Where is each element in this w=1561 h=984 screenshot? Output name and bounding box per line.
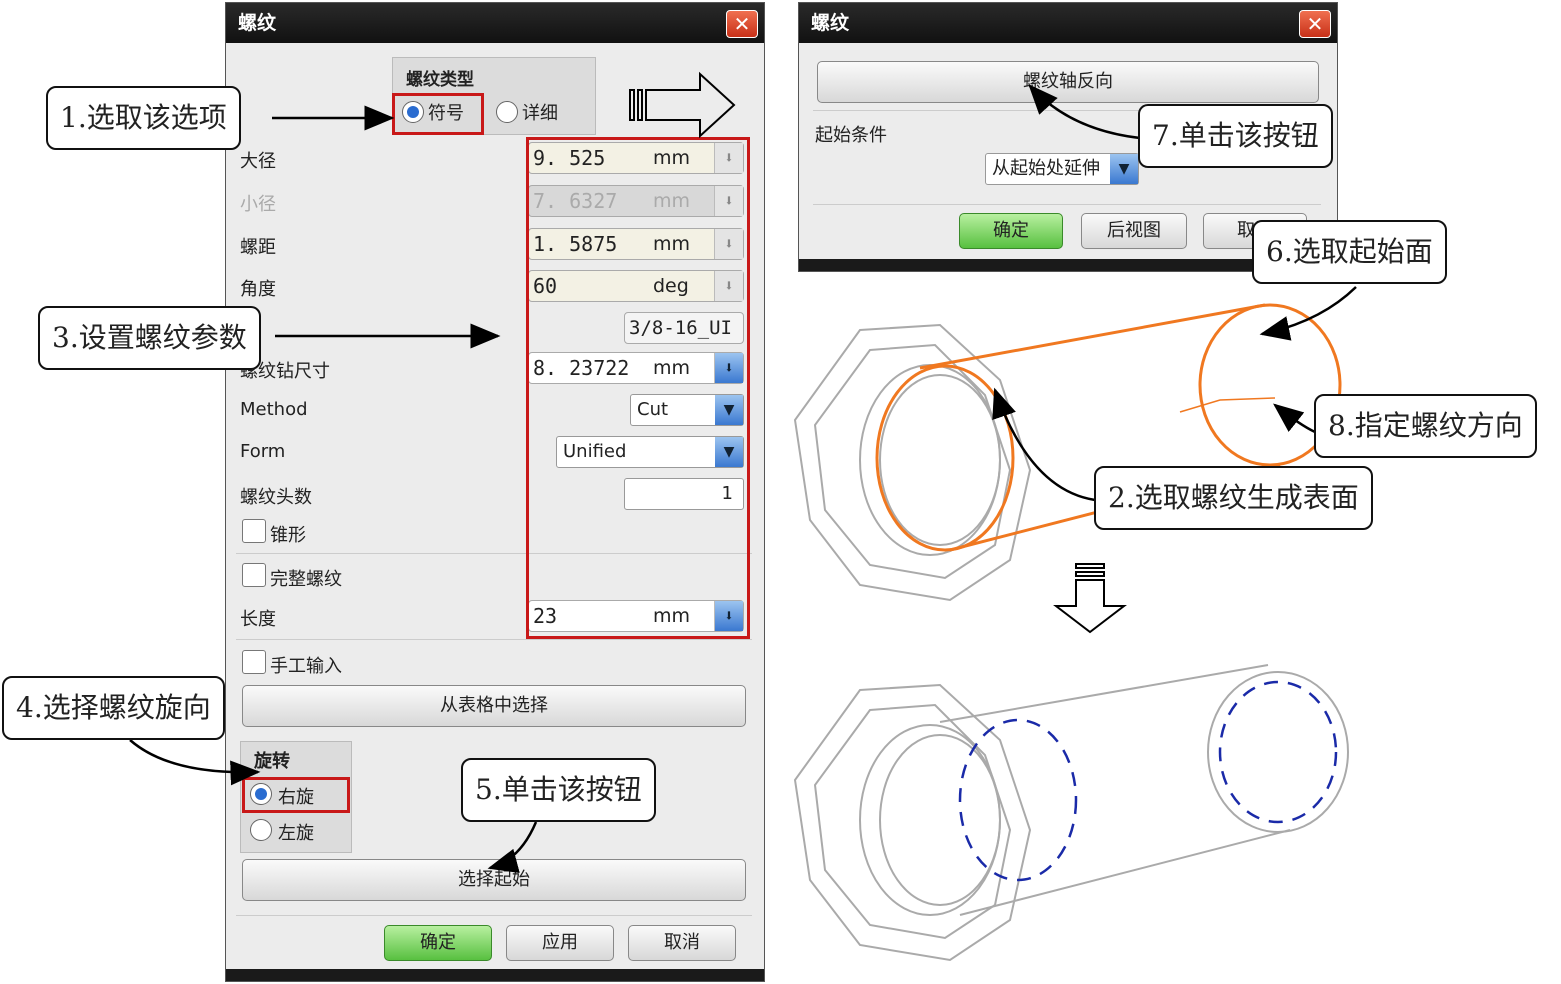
bolt-model-selected	[793, 303, 1342, 602]
bolt-model-result	[793, 664, 1349, 962]
callout-step-2: 2.选取螺纹生成表面	[1094, 466, 1373, 530]
callout-step-6: 6.选取起始面	[1252, 220, 1447, 284]
callout-step-3: 3.设置螺纹参数	[38, 306, 261, 370]
callout-step-8: 8.指定螺纹方向	[1314, 394, 1537, 458]
callout-step-4: 4.选择螺纹旋向	[2, 676, 225, 740]
down-arrow-icon	[1053, 563, 1127, 634]
callout-step-1: 1.选取该选项	[46, 86, 241, 150]
callout-step-5: 5.单击该按钮	[461, 758, 656, 822]
callout-step-7: 7.单击该按钮	[1138, 104, 1333, 168]
right-arrow-icon	[629, 71, 736, 139]
